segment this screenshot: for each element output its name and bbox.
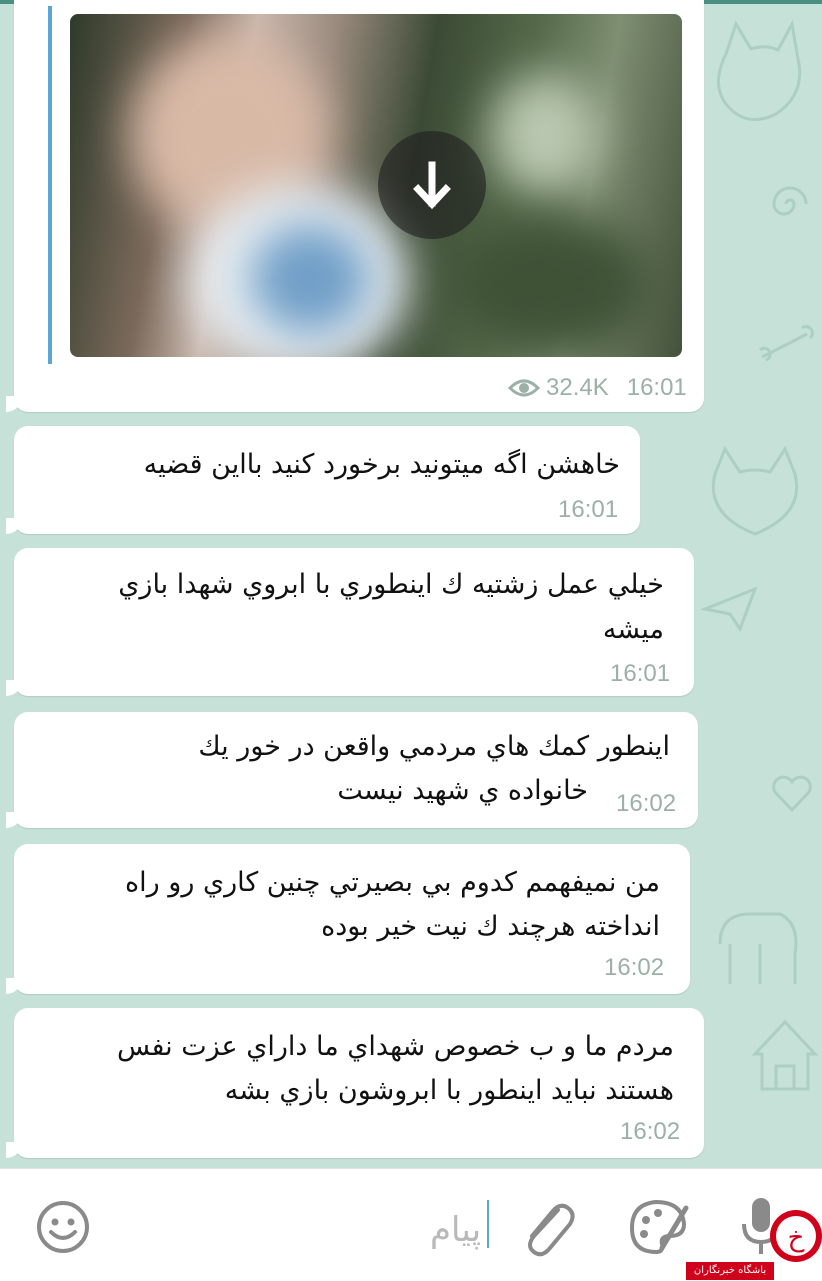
bubble-tail [6,518,22,534]
logo-glyph: خ [788,1223,805,1253]
palette-icon[interactable] [626,1196,690,1258]
reply-quote-bar [48,6,52,364]
cat-doodle-icon [717,19,802,122]
message-time: 16:01 [626,374,687,401]
blurred-photo-preview[interactable] [70,14,682,357]
message-text-line: خاهشن اگه میتونید برخورد کنید بااین قضیه [143,449,620,480]
message-time: 16:02 [620,1118,681,1145]
download-button[interactable] [378,131,486,239]
bubble-tail [6,396,22,412]
message-text-line: من نميفهمم كدوم بي بصيرتي چنين كاري رو ر… [125,867,660,898]
message-time: 16:01 [610,660,671,687]
text-message-bubble: خيلي عمل زشتيه ك اينطوري با ابروي شهدا ب… [6,548,694,696]
dog-doodle-icon [718,912,798,984]
text-cursor [487,1200,489,1248]
message-time: 16:02 [604,954,665,981]
paper-plane-doodle-icon [700,586,758,633]
text-message-bubble: مردم ما و ب خصوص شهداي ما داراي عزت نفس … [6,1008,704,1158]
photo-blur-region [490,74,600,194]
cat-face-doodle-icon [711,445,799,536]
bubble-tail [6,812,22,828]
bubble-tail [6,978,22,994]
text-message-bubble: من نميفهمم كدوم بي بصيرتي چنين كاري رو ر… [6,844,690,994]
text-message-bubble: خاهشن اگه میتونید برخورد کنید بااین قضیه… [6,426,640,534]
message-text-line: مردم ما و ب خصوص شهداي ما داراي عزت نفس [117,1031,674,1062]
photo-blur-region [250,224,370,334]
house-doodle-icon [751,1019,819,1091]
bubble-tail [6,680,22,696]
watermark-label: باشگاه خبرنگاران [686,1262,774,1280]
message-text-line: هستند نبايد اينطور با ابروشون بازي بشه [224,1075,674,1106]
download-arrow-icon [413,161,451,210]
message-time: 16:01 [558,496,619,523]
bone-doodle-icon [758,325,814,362]
message-text-line: انداخته هرچند ك نيت خير بوده [321,911,660,942]
views-counter: 32.4K 16:01 [508,370,687,406]
eye-icon [508,379,540,397]
text-message-bubble: اينطور كمك هاي مردمي واقعن در خور يك خان… [6,712,698,828]
swirl-doodle-icon [772,186,808,216]
message-text-line: خيلي عمل زشتيه ك اينطوري با ابروي شهدا ب… [118,569,664,600]
bubble-tail [6,1142,22,1158]
message-text-line: اينطور كمك هاي مردمي واقعن در خور يك [198,731,670,762]
message-text-line: ميشه [602,614,664,645]
message-text-line: خانواده ي شهيد نيست [337,775,588,806]
heart-doodle-icon [772,775,812,813]
emoji-icon[interactable] [34,1198,92,1256]
media-message-bubble: 32.4K 16:01 [0,0,704,412]
message-input-field[interactable]: پیام [430,1210,481,1250]
message-time: 16:02 [616,790,677,817]
paperclip-icon[interactable] [518,1196,578,1260]
views-count: 32.4K [546,374,609,401]
